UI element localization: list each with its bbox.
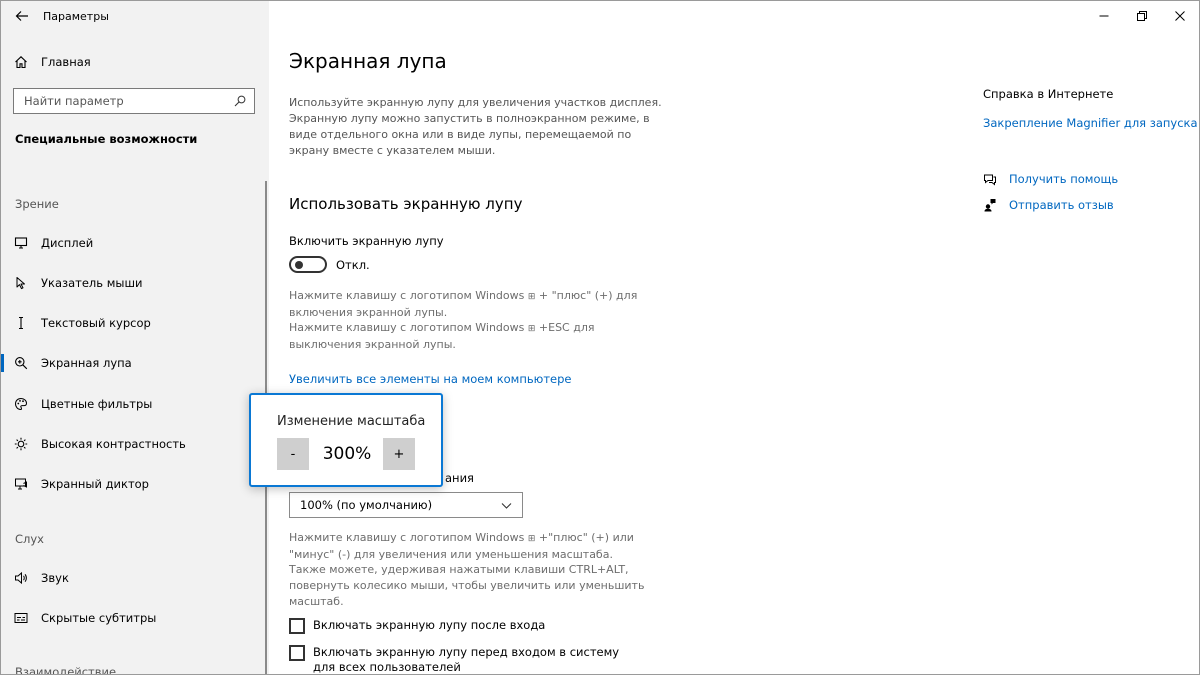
group-label-vision: Зрение [15, 197, 59, 211]
home-icon [1, 55, 41, 69]
sidebar-item-home[interactable]: Главная [1, 49, 269, 75]
sidebar-item-label: Звук [41, 571, 69, 585]
sidebar-item-closed-captions[interactable]: Скрытые субтитры [1, 603, 269, 633]
sidebar-item-text-cursor[interactable]: Текстовый курсор [1, 308, 269, 338]
hint-zoom-keys: Нажмите клавишу с логотипом Windows ⊞ +"… [289, 530, 669, 563]
windows-key-icon: ⊞ [527, 292, 536, 302]
app-title: Параметры [43, 9, 109, 23]
help-chat-icon [983, 172, 1009, 186]
narrator-icon [1, 477, 41, 491]
search-input[interactable] [24, 94, 224, 108]
sidebar-item-label: Высокая контрастность [41, 437, 186, 451]
back-arrow-icon [15, 11, 28, 21]
pin-magnifier-link[interactable]: Закрепление Magnifier для запуска [983, 116, 1198, 130]
feedback-icon [983, 198, 1009, 212]
text-cursor-icon [1, 316, 41, 330]
chevron-down-icon [501, 502, 512, 509]
zoom-increment-dropdown[interactable]: 100% (по умолчанию) [289, 492, 523, 518]
section-title: Использовать экранную лупу [289, 195, 523, 213]
close-icon [1175, 11, 1185, 21]
checkbox-box[interactable] [289, 645, 305, 661]
window-controls [1085, 1, 1199, 31]
page-description: Используйте экранную лупу для увеличения… [289, 96, 662, 157]
sidebar-item-label: Цветные фильтры [41, 397, 153, 411]
search-icon[interactable] [234, 92, 246, 111]
sidebar-item-label: Скрытые субтитры [41, 611, 157, 625]
zoom-level-label: ания [445, 471, 474, 485]
checkbox-before-sign-in[interactable]: Включать экранную лупу перед входом в си… [289, 645, 643, 674]
sidebar-item-mouse-pointer[interactable]: Указатель мыши [1, 268, 269, 298]
captions-icon [1, 611, 41, 625]
group-label-hearing: Слух [15, 532, 44, 546]
get-help-link[interactable]: Получить помощь [983, 172, 1118, 186]
main-content: Экранная лупа Используйте экранную лупу … [269, 1, 1199, 674]
toggle-knob [295, 261, 303, 269]
page-title: Экранная лупа [289, 49, 447, 73]
minimize-button[interactable] [1085, 1, 1123, 31]
checkbox-label: Включать экранную лупу после входа [313, 618, 546, 632]
back-button[interactable] [1, 1, 43, 31]
sidebar-item-sound[interactable]: Звук [1, 563, 269, 593]
sidebar-item-label: Текстовый курсор [41, 316, 151, 330]
hint-text: Нажмите клавишу с логотипом Windows [289, 289, 525, 302]
group-label-interaction: Взаимодействие [15, 665, 117, 675]
monitor-icon [1, 236, 41, 250]
sidebar-item-display[interactable]: Дисплей [1, 228, 269, 258]
dropdown-value: 100% (по умолчанию) [300, 498, 433, 512]
restore-icon [1137, 11, 1147, 21]
brightness-icon [1, 437, 41, 451]
checkbox-label: Включать экранную лупу перед входом в си… [313, 645, 620, 674]
hint-zoom-mouse: Также можете, удерживая нажатыми клавиши… [289, 563, 645, 608]
toggle-label: Включить экранную лупу [289, 234, 444, 248]
settings-window: Параметры Главная Специальные возможност… [0, 0, 1200, 675]
checkbox-box[interactable] [289, 618, 305, 634]
send-feedback-link[interactable]: Отправить отзыв [983, 198, 1114, 212]
speaker-icon [1, 571, 41, 585]
sidebar-item-label: Главная [41, 55, 91, 69]
zoom-value: 300% [322, 444, 372, 464]
sidebar-item-label: Указатель мыши [41, 276, 143, 290]
hint-text: Нажмите клавишу с логотипом Windows [289, 531, 525, 544]
scale-everything-link[interactable]: Увеличить все элементы на моем компьютер… [289, 372, 571, 386]
sidebar-item-narrator[interactable]: Экранный диктор [1, 469, 269, 499]
sidebar-item-high-contrast[interactable]: Высокая контрастность [1, 429, 269, 459]
hint-turn-off: Нажмите клавишу с логотипом Windows ⊞ +E… [289, 320, 669, 353]
sidebar-item-label: Экранная лупа [41, 356, 132, 370]
rail-heading: Справка в Интернете [983, 87, 1114, 101]
sidebar-item-color-filters[interactable]: Цветные фильтры [1, 389, 269, 419]
zoom-change-panel: Изменение масштаба - 300% + [249, 393, 443, 487]
close-button[interactable] [1161, 1, 1199, 31]
zoom-out-button[interactable]: - [277, 438, 309, 470]
zoom-panel-title: Изменение масштаба [277, 414, 426, 429]
send-feedback-label: Отправить отзыв [1009, 198, 1114, 212]
titlebar: Параметры [1, 1, 269, 31]
magnifier-toggle[interactable] [289, 256, 327, 273]
search-box[interactable] [13, 88, 255, 114]
sidebar: Параметры Главная Специальные возможност… [1, 1, 269, 675]
get-help-label: Получить помощь [1009, 172, 1119, 186]
zoom-in-button[interactable]: + [383, 438, 415, 470]
mouse-pointer-icon [1, 276, 41, 290]
hint-turn-on: Нажмите клавишу с логотипом Windows ⊞ + … [289, 288, 669, 321]
sidebar-item-magnifier[interactable]: Экранная лупа [1, 348, 269, 378]
toggle-state: Откл. [336, 258, 370, 272]
windows-key-icon: ⊞ [527, 534, 536, 544]
minimize-icon [1099, 15, 1109, 17]
restore-button[interactable] [1123, 1, 1161, 31]
hint-text: Нажмите клавишу с логотипом Windows [289, 321, 525, 334]
magnifier-icon [1, 356, 41, 370]
checkbox-after-sign-in[interactable]: Включать экранную лупу после входа [289, 618, 643, 634]
windows-key-icon: ⊞ [527, 324, 536, 334]
sidebar-item-label: Дисплей [41, 236, 94, 250]
sidebar-item-label: Экранный диктор [41, 477, 149, 491]
palette-icon [1, 397, 41, 411]
category-heading: Специальные возможности [15, 132, 198, 146]
